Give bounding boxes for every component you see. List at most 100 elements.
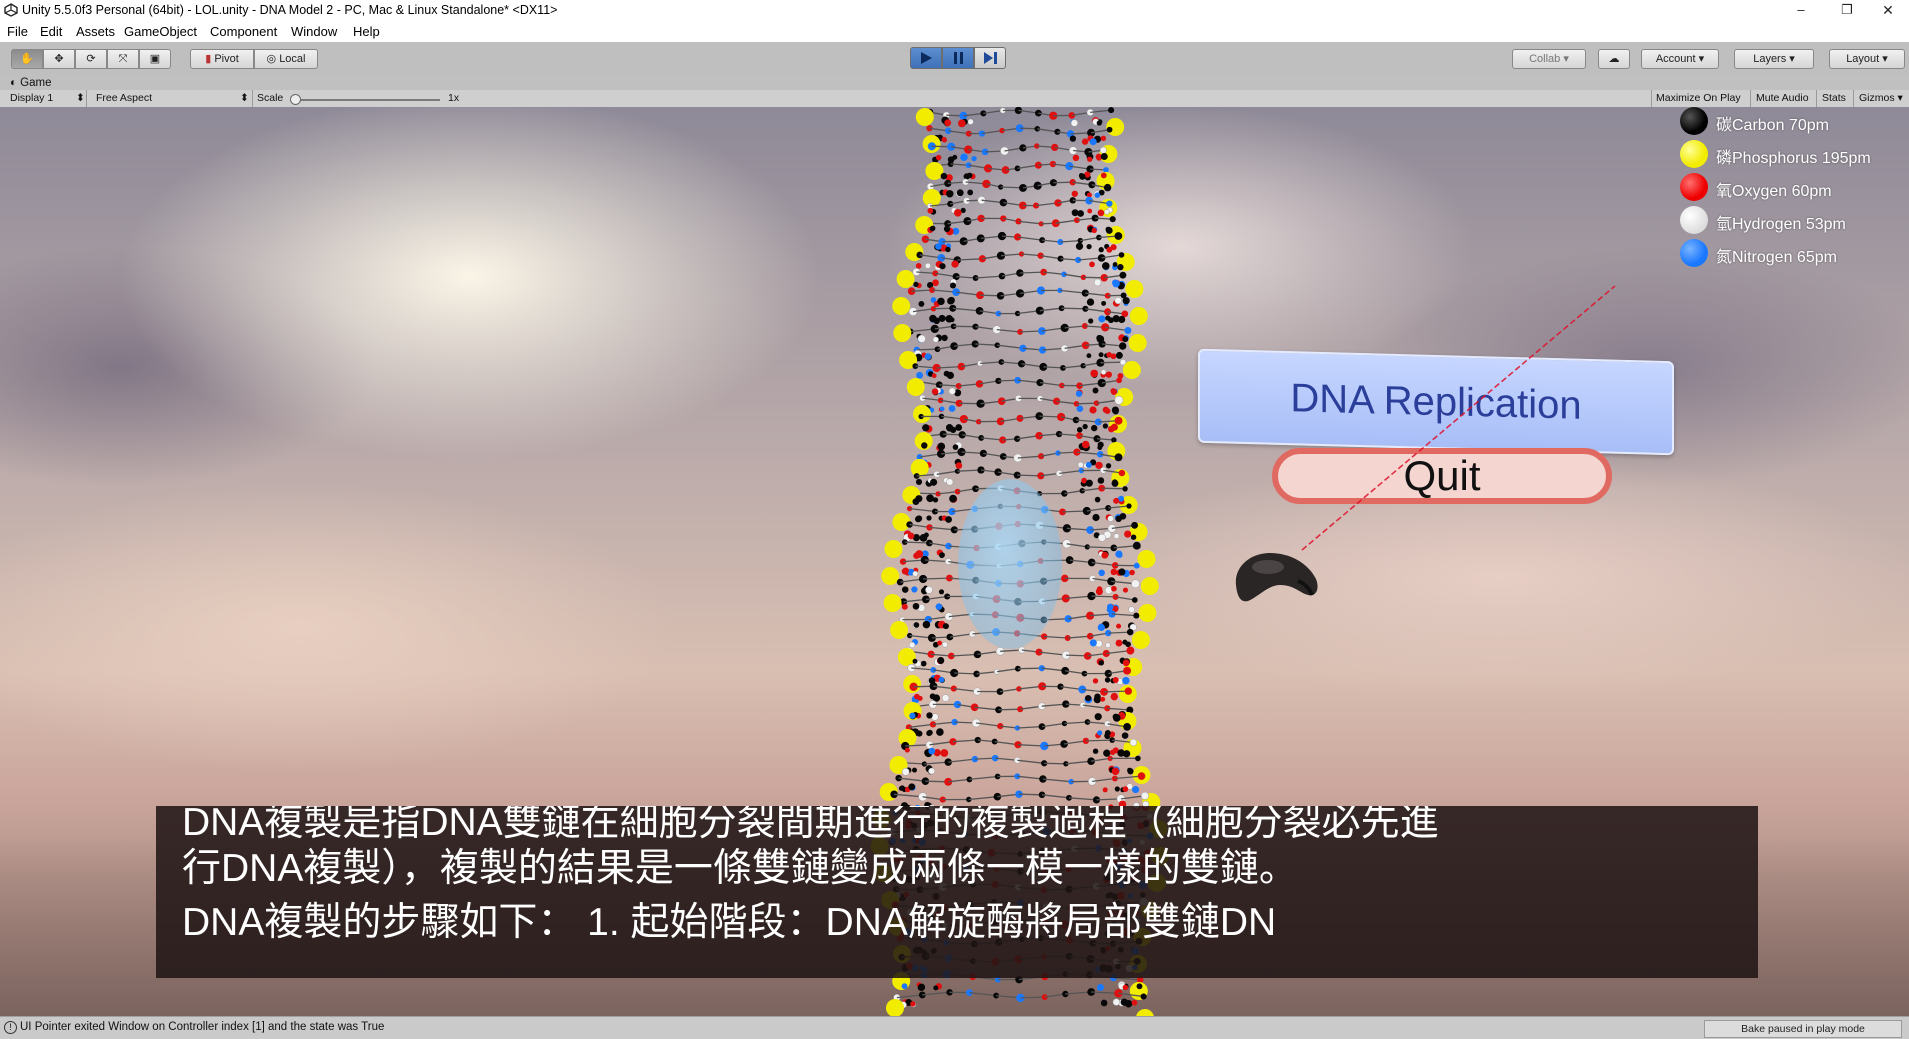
game-tab[interactable]: ◐ Game [10,76,51,90]
atom [946,190,953,197]
atom [1115,453,1123,461]
bond [1043,779,1071,782]
pause-button[interactable] [942,47,974,69]
menu-component[interactable]: Component [210,24,277,39]
atom [884,594,902,612]
minimize-button[interactable]: – [1778,0,1824,21]
menu-help[interactable]: Help [353,24,380,39]
atom [944,119,951,126]
cloud-button[interactable]: ☁ [1598,49,1630,69]
atom [941,137,946,142]
atom [1098,442,1104,448]
atom [1131,535,1136,540]
atom [1112,767,1120,775]
atom [928,748,935,755]
display-dropdown[interactable]: Display 1 ⬍ [10,90,53,107]
atom [1122,336,1128,342]
atom [1097,120,1102,125]
atom [1103,787,1108,792]
atom [1077,405,1084,412]
aspect-dropdown[interactable]: Free Aspect ⬍ [96,90,152,107]
bond [1114,978,1141,980]
atom [936,155,941,160]
bond [1064,274,1083,277]
bond [953,740,978,742]
menu-edit[interactable]: Edit [40,24,62,39]
play-button[interactable] [910,47,942,69]
menu-file[interactable]: File [7,24,28,39]
bond [1017,727,1042,728]
atom [1106,200,1112,206]
menu-window[interactable]: Window [291,24,337,39]
atom [950,427,956,433]
scale-value: 1x [448,90,459,107]
separator [1750,90,1751,107]
atom [1101,136,1106,141]
atom [1104,210,1109,215]
atom [1105,730,1111,736]
atom [967,189,973,195]
atom [1103,423,1108,428]
move-tool-button[interactable]: ✥ [43,49,75,69]
close-button[interactable]: ✕ [1865,0,1909,21]
bond [1102,488,1125,489]
atom [1093,388,1099,394]
separator [252,90,253,107]
atom [1089,262,1095,268]
layout-dropdown[interactable]: Layout ▾ [1829,49,1905,69]
menu-assets[interactable]: Assets [76,24,115,39]
local-toggle[interactable]: ◎ Local [254,49,318,69]
atom [1093,748,1098,753]
atom [1126,503,1131,508]
gizmos-dropdown[interactable]: Gizmos ▾ [1859,90,1903,107]
bond [1087,547,1114,548]
game-viewport[interactable]: 碳Carbon 70pm 磷Phosphorus 195pm 氧Oxygen 6… [0,107,1909,1016]
layers-dropdown[interactable]: Layers ▾ [1734,49,1814,69]
atom [921,661,927,667]
bond [999,709,1021,710]
scale-slider-thumb[interactable] [290,94,301,105]
rect-tool-button[interactable]: ▣ [139,49,171,69]
collab-dropdown[interactable]: Collab ▾ [1512,49,1586,69]
step-button[interactable] [974,47,1006,69]
stats-toggle[interactable]: Stats [1822,90,1846,107]
atom [958,120,966,128]
atom [954,209,962,217]
atom [926,494,934,502]
bond [969,797,998,800]
atom [1097,984,1104,991]
game-view-toolbar: Display 1 ⬍ Free Aspect ⬍ Scale 1x Maxim… [0,90,1909,108]
atom [1095,713,1102,720]
bond [910,509,935,512]
atom [936,603,943,610]
atom [960,153,968,161]
scale-tool-button[interactable]: ⤧ [107,49,139,69]
mute-audio-toggle[interactable]: Mute Audio [1756,90,1809,107]
maximize-button[interactable]: ❐ [1824,0,1870,21]
legend-hydrogen-label: 氫Hydrogen 53pm [1716,210,1846,234]
atom [1112,479,1117,484]
subtitle-line-2: 行DNA複製），複製的結果是一條雙鏈變成兩條一模一樣的雙鏈。 [182,844,1298,894]
rotate-tool-button[interactable]: ⟳ [75,49,107,69]
atom [1076,243,1083,250]
atom [1137,983,1143,989]
console-status-message[interactable]: UI Pointer exited Window on Controller i… [20,1021,384,1033]
hand-tool-button[interactable]: ✋ [11,49,43,69]
pivot-toggle[interactable]: ▮ Pivot [190,49,254,69]
atom [1124,530,1131,537]
atom [1115,417,1123,425]
atom [948,297,955,304]
scale-slider-track[interactable] [292,99,440,101]
atom [913,571,918,576]
atom [933,318,940,325]
bond [1018,237,1043,240]
atom [910,1001,915,1006]
atom [1076,391,1082,397]
account-dropdown[interactable]: Account ▾ [1641,49,1719,69]
atom [1125,280,1143,298]
atom [913,603,920,610]
atom [930,226,935,231]
menu-gameobject[interactable]: GameObject [124,24,197,39]
atom [1098,570,1104,576]
maximize-on-play-toggle[interactable]: Maximize On Play [1656,90,1741,107]
